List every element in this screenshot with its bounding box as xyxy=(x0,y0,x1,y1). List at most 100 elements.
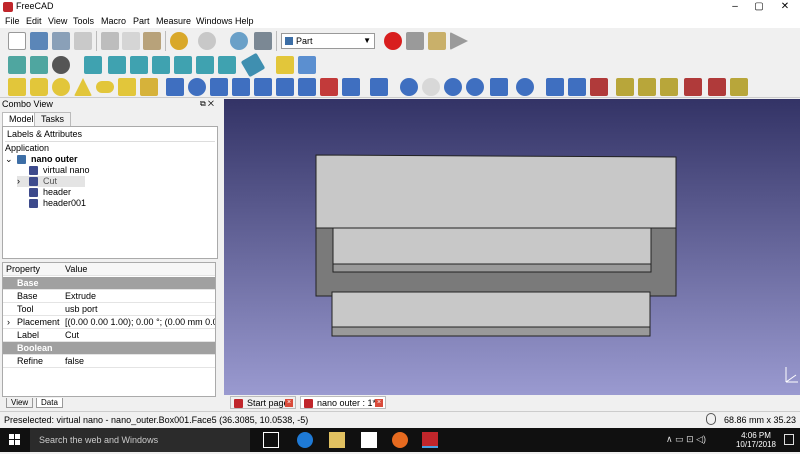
clock[interactable]: 4:06 PM 10/17/2018 xyxy=(736,431,776,449)
tree-item-header001[interactable]: header001 xyxy=(17,198,87,209)
firefox-icon[interactable] xyxy=(392,432,408,448)
notifications-icon[interactable] xyxy=(784,434,794,445)
close-tab-icon[interactable]: × xyxy=(285,399,293,407)
3d-viewport[interactable] xyxy=(224,99,800,395)
freecad-taskbar-icon[interactable] xyxy=(422,432,438,448)
copy-icon[interactable] xyxy=(122,32,140,50)
explode-compound-icon[interactable] xyxy=(568,78,586,96)
open-icon[interactable] xyxy=(30,32,48,50)
save-icon[interactable] xyxy=(52,32,70,50)
save-as-icon[interactable] xyxy=(74,32,92,50)
property-row-label[interactable]: Label Cut xyxy=(3,329,215,342)
menu-tools[interactable]: Tools xyxy=(73,16,94,26)
tab-view[interactable]: View xyxy=(6,398,34,408)
revolve-icon[interactable] xyxy=(188,78,206,96)
compound-icon[interactable] xyxy=(546,78,564,96)
isometric-view-icon[interactable] xyxy=(84,56,102,74)
group-boolean[interactable]: Boolean xyxy=(3,342,215,355)
chamfer-icon[interactable] xyxy=(254,78,272,96)
tab-nano-outer[interactable]: nano outer : 1* × xyxy=(300,396,386,409)
measure-angular-icon[interactable] xyxy=(638,78,656,96)
cylinder-icon[interactable] xyxy=(30,78,48,96)
chevron-down-icon[interactable]: ⌄ xyxy=(5,154,13,165)
make-face-icon[interactable] xyxy=(276,78,294,96)
clear-all-icon[interactable] xyxy=(684,78,702,96)
measure-linear-icon[interactable] xyxy=(616,78,634,96)
menu-edit[interactable]: Edit xyxy=(26,16,42,26)
system-tray-icons[interactable]: ∧ ▭ ⊡ ◁) xyxy=(666,434,706,445)
left-view-icon[interactable] xyxy=(218,56,236,74)
fit-selection-icon[interactable] xyxy=(30,56,48,74)
fuse-icon[interactable] xyxy=(444,78,462,96)
minimize-button[interactable]: – xyxy=(722,0,748,14)
maximize-button[interactable]: ▢ xyxy=(746,0,772,14)
common-icon[interactable] xyxy=(466,78,484,96)
close-button[interactable]: ✕ xyxy=(772,0,798,14)
macro-stop-icon[interactable] xyxy=(406,32,424,50)
macro-edit-icon[interactable] xyxy=(428,32,446,50)
tube-icon[interactable] xyxy=(118,78,136,96)
property-value[interactable]: [(0.00 0.00 1.00); 0.00 °; (0.00 mm 0.00… xyxy=(65,316,215,329)
fillet-icon[interactable] xyxy=(232,78,250,96)
undo-icon[interactable] xyxy=(170,32,188,50)
measure-refresh-icon[interactable] xyxy=(660,78,678,96)
section-icon[interactable] xyxy=(342,78,360,96)
toggle-all-icon[interactable] xyxy=(708,78,726,96)
property-value[interactable]: false xyxy=(65,355,215,368)
menu-macro[interactable]: Macro xyxy=(101,16,126,26)
front-view-icon[interactable] xyxy=(108,56,126,74)
torus-icon[interactable] xyxy=(96,81,114,93)
top-view-icon[interactable] xyxy=(130,56,148,74)
menu-help[interactable]: Help xyxy=(235,16,254,26)
property-row-base[interactable]: Base Extrude xyxy=(3,290,215,303)
measure-distance-icon[interactable] xyxy=(240,52,266,78)
property-value[interactable]: Cut xyxy=(65,329,215,342)
mirror-icon[interactable] xyxy=(210,78,228,96)
menu-file[interactable]: File xyxy=(5,16,20,26)
property-row-refine[interactable]: Refine false xyxy=(3,355,215,368)
property-value[interactable]: usb port xyxy=(65,303,215,316)
cone-icon[interactable] xyxy=(74,78,92,96)
tree-item-header[interactable]: header xyxy=(17,187,87,198)
windows-start-icon[interactable] xyxy=(0,428,30,452)
menu-windows[interactable]: Windows xyxy=(196,16,233,26)
property-value[interactable]: Extrude xyxy=(65,290,215,303)
thickness-icon[interactable] xyxy=(370,78,388,96)
extrude-icon[interactable] xyxy=(166,78,184,96)
edge-icon[interactable] xyxy=(297,432,313,448)
tab-tasks[interactable]: Tasks xyxy=(34,112,72,126)
rear-view-icon[interactable] xyxy=(174,56,192,74)
close-tab-icon[interactable]: × xyxy=(375,399,383,407)
boolean-icon[interactable] xyxy=(400,78,418,96)
cut-boolean-icon[interactable] xyxy=(422,78,440,96)
mouse-icon[interactable] xyxy=(706,413,716,425)
ruled-surface-icon[interactable] xyxy=(298,78,316,96)
tab-start-page[interactable]: Start page × xyxy=(230,396,296,409)
tab-data[interactable]: Data xyxy=(36,398,63,408)
fit-all-icon[interactable] xyxy=(8,56,26,74)
create-part-icon[interactable] xyxy=(276,56,294,74)
bottom-view-icon[interactable] xyxy=(196,56,214,74)
task-view-icon[interactable] xyxy=(263,432,279,448)
redo-icon[interactable] xyxy=(198,32,216,50)
compound-filter-icon[interactable] xyxy=(590,78,608,96)
split-icon[interactable] xyxy=(516,78,534,96)
primitives-icon[interactable] xyxy=(140,78,158,96)
menu-view[interactable]: View xyxy=(48,16,67,26)
sphere-icon[interactable] xyxy=(52,78,70,96)
property-row-placement[interactable]: › Placement [(0.00 0.00 1.00); 0.00 °; (… xyxy=(3,316,215,329)
refresh-icon[interactable] xyxy=(230,32,248,50)
macro-record-icon[interactable] xyxy=(384,32,402,50)
panel-float-close-icon[interactable]: ⧉ ✕ xyxy=(200,99,214,109)
workbench-selector[interactable]: Part ▼ xyxy=(281,33,375,49)
box-icon[interactable] xyxy=(8,78,26,96)
right-view-icon[interactable] xyxy=(152,56,170,74)
toggle-3d-icon[interactable] xyxy=(730,78,748,96)
loft-icon[interactable] xyxy=(320,78,338,96)
paste-icon[interactable] xyxy=(143,32,161,50)
whats-this-icon[interactable] xyxy=(254,32,272,50)
menu-part[interactable]: Part xyxy=(133,16,150,26)
chevron-right-icon[interactable]: › xyxy=(7,316,10,329)
macro-execute-icon[interactable] xyxy=(450,32,468,50)
draw-style-icon[interactable] xyxy=(52,56,70,74)
